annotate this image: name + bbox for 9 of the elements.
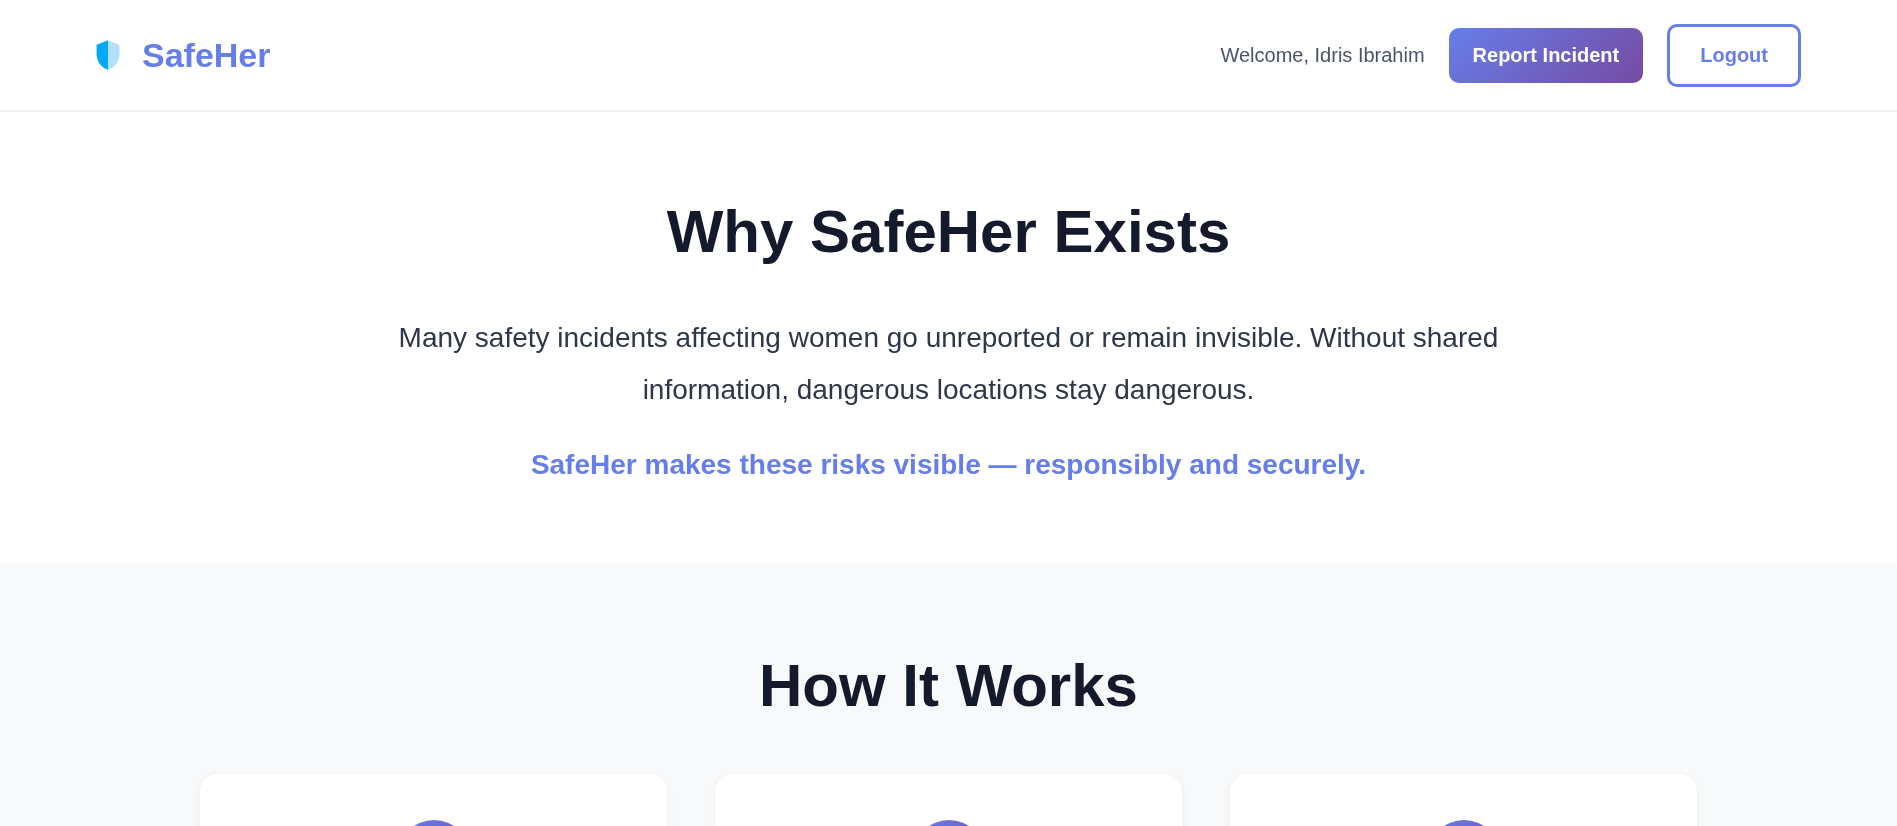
shield-icon <box>94 39 122 71</box>
hero-title: Why SafeHer Exists <box>665 202 1232 262</box>
logout-button[interactable]: Logout <box>1667 23 1801 87</box>
welcome-text: Welcome, Idris Ibrahim <box>1220 43 1425 67</box>
brand-name: SafeHer <box>142 35 271 75</box>
section-title: How It Works <box>758 656 1139 716</box>
hero-tagline: SafeHer makes these risks visible — responsibly and securely. <box>529 449 1368 481</box>
report-incident-button[interactable]: Report Incident <box>1448 27 1644 83</box>
hero-text: Many safety incidents affecting women go unreported or remain invisible. Without shared information, dangerous locations stay dangerous. <box>397 321 1500 407</box>
